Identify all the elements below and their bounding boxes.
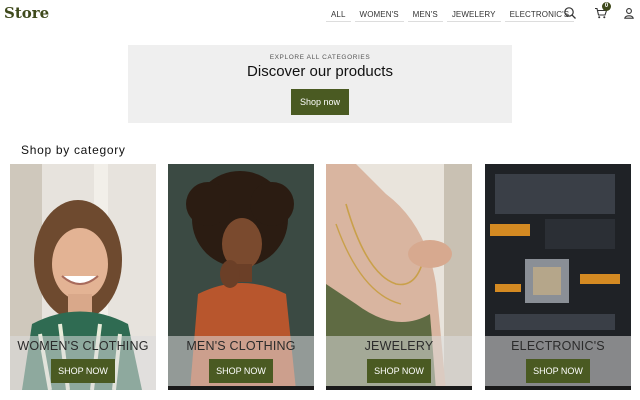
user-icon[interactable] — [622, 6, 636, 20]
category-label: MEN'S CLOTHING — [186, 339, 296, 353]
hero-banner: EXPLORE ALL CATEGORIES Discover our prod… — [128, 45, 512, 123]
hero-title: Discover our products — [247, 63, 393, 80]
card-bottom-strip — [485, 386, 631, 390]
category-card-mens[interactable]: MEN'S CLOTHING SHOP NOW — [168, 164, 314, 390]
site-header: Store ALL WOMEN'S MEN'S JEWELERY ELECTRO… — [0, 0, 640, 28]
card-bottom-strip — [168, 386, 314, 390]
category-label: ELECTRONIC'S — [511, 339, 605, 353]
search-icon[interactable] — [563, 6, 577, 20]
card-bottom-strip — [326, 386, 472, 390]
cart-count-badge: 0 — [602, 2, 611, 11]
nav-womens[interactable]: WOMEN'S — [354, 8, 404, 22]
brand-logo[interactable]: Store — [4, 4, 49, 22]
hero-kicker: EXPLORE ALL CATEGORIES — [269, 54, 371, 61]
category-card-electronics[interactable]: ELECTRONIC'S SHOP NOW — [485, 164, 631, 390]
nav-mens[interactable]: MEN'S — [407, 8, 443, 22]
category-card-womens[interactable]: WOMEN'S CLOTHING SHOP NOW — [10, 164, 156, 390]
shop-now-button[interactable]: SHOP NOW — [526, 359, 590, 383]
nav-all[interactable]: ALL — [326, 8, 351, 22]
category-label: WOMEN'S CLOTHING — [17, 339, 149, 353]
nav-jewelery[interactable]: JEWELERY — [446, 8, 501, 22]
shop-now-button[interactable]: SHOP NOW — [367, 359, 431, 383]
shop-now-button[interactable]: SHOP NOW — [209, 359, 273, 383]
category-label: JEWELERY — [364, 339, 434, 353]
section-title: Shop by category — [21, 143, 126, 157]
shop-now-button[interactable]: Shop now — [291, 89, 349, 115]
main-nav: ALL WOMEN'S MEN'S JEWELERY ELECTRONIC'S — [326, 8, 578, 22]
shop-now-button[interactable]: SHOP NOW — [51, 359, 115, 383]
category-card-jewelery[interactable]: JEWELERY SHOP NOW — [326, 164, 472, 390]
cart-icon[interactable]: 0 — [594, 2, 611, 20]
